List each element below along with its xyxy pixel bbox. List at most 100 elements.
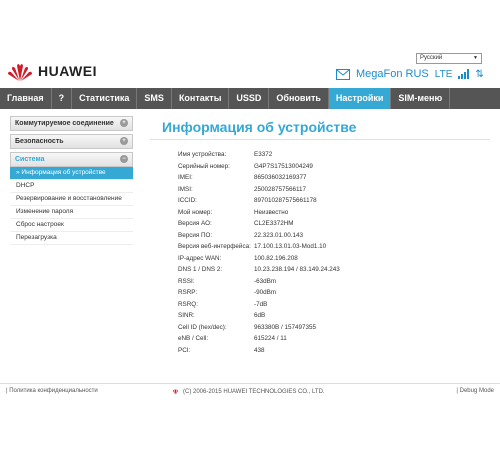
- info-row: Версия ПО: 22.323.01.00.143: [178, 230, 340, 242]
- info-value: 10.23.238.194 / 83.149.24.243: [254, 266, 340, 274]
- info-row: SINR: 6dB: [178, 310, 340, 322]
- operator-name: MegaFon RUS: [356, 68, 429, 80]
- huawei-logo[interactable]: HUAWEI: [6, 60, 97, 82]
- nav-item[interactable]: Настройки: [328, 88, 392, 109]
- info-label: RSSI:: [178, 277, 195, 285]
- huawei-logo-icon: [172, 389, 179, 395]
- plus-icon: +: [120, 137, 128, 145]
- info-label: SINR:: [178, 312, 195, 320]
- huawei-logo-icon: [8, 64, 32, 81]
- sidebar-item-dhcp[interactable]: DHCP: [10, 180, 133, 193]
- debug-mode-label: Debug Mode: [459, 388, 494, 394]
- info-label: RSRP:: [178, 289, 198, 297]
- info-label: Cell ID (hex/dec):: [178, 323, 227, 331]
- sidebar-item-device-info[interactable]: » Информация об устройстве: [10, 167, 133, 180]
- status-bar: MegaFon RUS LTE ⇅: [336, 68, 484, 80]
- info-label: Версия ПО:: [178, 231, 213, 239]
- nav-item[interactable]: SMS: [137, 88, 172, 109]
- info-label: eNB / Cell:: [178, 335, 209, 343]
- sidebar-group-system[interactable]: Система −: [10, 152, 133, 167]
- nav-item[interactable]: Статистика: [72, 88, 138, 109]
- info-row: Версия веб-интерфейса: 17.100.13.01.03-Mo…: [178, 241, 340, 253]
- divider: [0, 383, 500, 384]
- copyright-text: (C) 2006-2015 HUAWEI TECHNOLOGIES CO., L…: [183, 388, 325, 395]
- info-label: Мой номер:: [178, 208, 213, 216]
- info-value: CL2E3372HM: [254, 220, 294, 228]
- nav-item[interactable]: Главная: [0, 88, 52, 109]
- info-value: E3372: [254, 151, 273, 159]
- info-value: -90dBm: [254, 289, 277, 297]
- sidebar: Коммутируемое соединение + Безопасность …: [10, 116, 133, 245]
- info-label: Серийный номер:: [178, 162, 230, 170]
- nav-item[interactable]: Обновить: [269, 88, 329, 109]
- main-nav: Главная? Статистика SMS Контакты USSD Обновит…: [0, 88, 500, 109]
- info-row: DNS 1 / DNS 2: 10.23.238.194 / 83.149.24.…: [178, 264, 340, 276]
- sidebar-item-label: Информация об устройстве: [21, 169, 106, 176]
- info-value: 963380B / 157497355: [254, 323, 316, 331]
- info-label: IMEI:: [178, 174, 193, 182]
- info-row: RSSI: -63dBm: [178, 276, 340, 288]
- info-label: PCI:: [178, 346, 191, 354]
- info-row: PCI: 438: [178, 345, 340, 357]
- sidebar-item-backup[interactable]: Резервирование и восстановление: [10, 193, 133, 206]
- sidebar-group-label: Безопасность: [15, 138, 64, 145]
- info-label: RSRQ:: [178, 300, 198, 308]
- info-row: IMEI: 865036032169377: [178, 172, 340, 184]
- brand-name: HUAWEI: [38, 63, 97, 79]
- info-label: ICCID:: [178, 197, 197, 205]
- debug-mode-link[interactable]: | Debug Mode: [456, 388, 494, 394]
- device-info-table: Имя устройства: E3372 Серийный номер: G4P7S…: [178, 149, 340, 356]
- info-row: RSRP: -90dBm: [178, 287, 340, 299]
- info-value: -63dBm: [254, 277, 277, 285]
- info-row: Мой номер: Неизвестно: [178, 207, 340, 219]
- sidebar-group-dialup[interactable]: Коммутируемое соединение +: [10, 116, 133, 131]
- info-row: Серийный номер: G4P7S17513004249: [178, 161, 340, 173]
- sidebar-group-label: Система: [15, 156, 45, 163]
- info-value: 865036032169377: [254, 174, 307, 182]
- info-label: Версия АО:: [178, 220, 212, 228]
- info-value: 6dB: [254, 312, 266, 320]
- copyright: (C) 2006-2015 HUAWEI TECHNOLOGIES CO., L…: [171, 388, 325, 395]
- sidebar-group-security[interactable]: Безопасность +: [10, 134, 133, 149]
- info-value: -7dB: [254, 300, 268, 308]
- sidebar-item-reset[interactable]: Сброс настроек: [10, 219, 133, 232]
- nav-item[interactable]: SIM-меню: [391, 88, 451, 109]
- info-row: RSRQ: -7dB: [178, 299, 340, 311]
- info-label: DNS 1 / DNS 2:: [178, 266, 223, 274]
- info-value: 250028757566117: [254, 185, 307, 193]
- page-title: Информация об устройстве: [162, 119, 357, 135]
- info-row: eNB / Cell: 615224 / 11: [178, 333, 340, 345]
- privacy-link-label: Политика конфиденциальности: [9, 388, 98, 394]
- sidebar-group-label: Коммутируемое соединение: [15, 120, 114, 127]
- privacy-link[interactable]: | Политика конфиденциальности: [6, 388, 98, 394]
- signal-strength-icon: [458, 69, 470, 79]
- info-row: Cell ID (hex/dec): 963380B / 157497355: [178, 322, 340, 334]
- info-value: 17.100.13.01.03-Mod1.10: [254, 243, 327, 251]
- nav-item[interactable]: Контакты: [172, 88, 230, 109]
- minus-icon: −: [120, 155, 128, 163]
- info-value: 615224 / 11: [254, 335, 287, 343]
- info-row: IP-адрес WAN: 100.82.196.208: [178, 253, 340, 265]
- info-row: Имя устройства: E3372: [178, 149, 340, 161]
- language-select-value: Русский: [420, 55, 443, 61]
- sidebar-item-reboot[interactable]: Перезагрузка: [10, 232, 133, 245]
- data-transfer-icon: ⇅: [475, 68, 484, 80]
- sidebar-item-password[interactable]: Изменение пароля: [10, 206, 133, 219]
- plus-icon: +: [120, 119, 128, 127]
- divider: [150, 139, 490, 140]
- network-type: LTE: [434, 68, 453, 80]
- info-value: 100.82.196.208: [254, 254, 298, 262]
- nav-item[interactable]: USSD: [229, 88, 270, 109]
- info-value: 22.323.01.00.143: [254, 231, 304, 239]
- nav-item[interactable]: ?: [52, 88, 73, 109]
- info-value: 438: [254, 346, 265, 354]
- info-row: Версия АО: CL2E3372HM: [178, 218, 340, 230]
- language-select[interactable]: Русский ▼: [416, 53, 482, 64]
- info-label: IP-адрес WAN:: [178, 254, 222, 262]
- info-label: IMSI:: [178, 185, 193, 193]
- info-label: Версия веб-интерфейса:: [178, 243, 251, 251]
- mail-icon[interactable]: [336, 68, 350, 80]
- info-row: ICCID: 897010287575661178: [178, 195, 340, 207]
- info-row: IMSI: 250028757566117: [178, 184, 340, 196]
- chevron-down-icon: ▼: [473, 55, 478, 61]
